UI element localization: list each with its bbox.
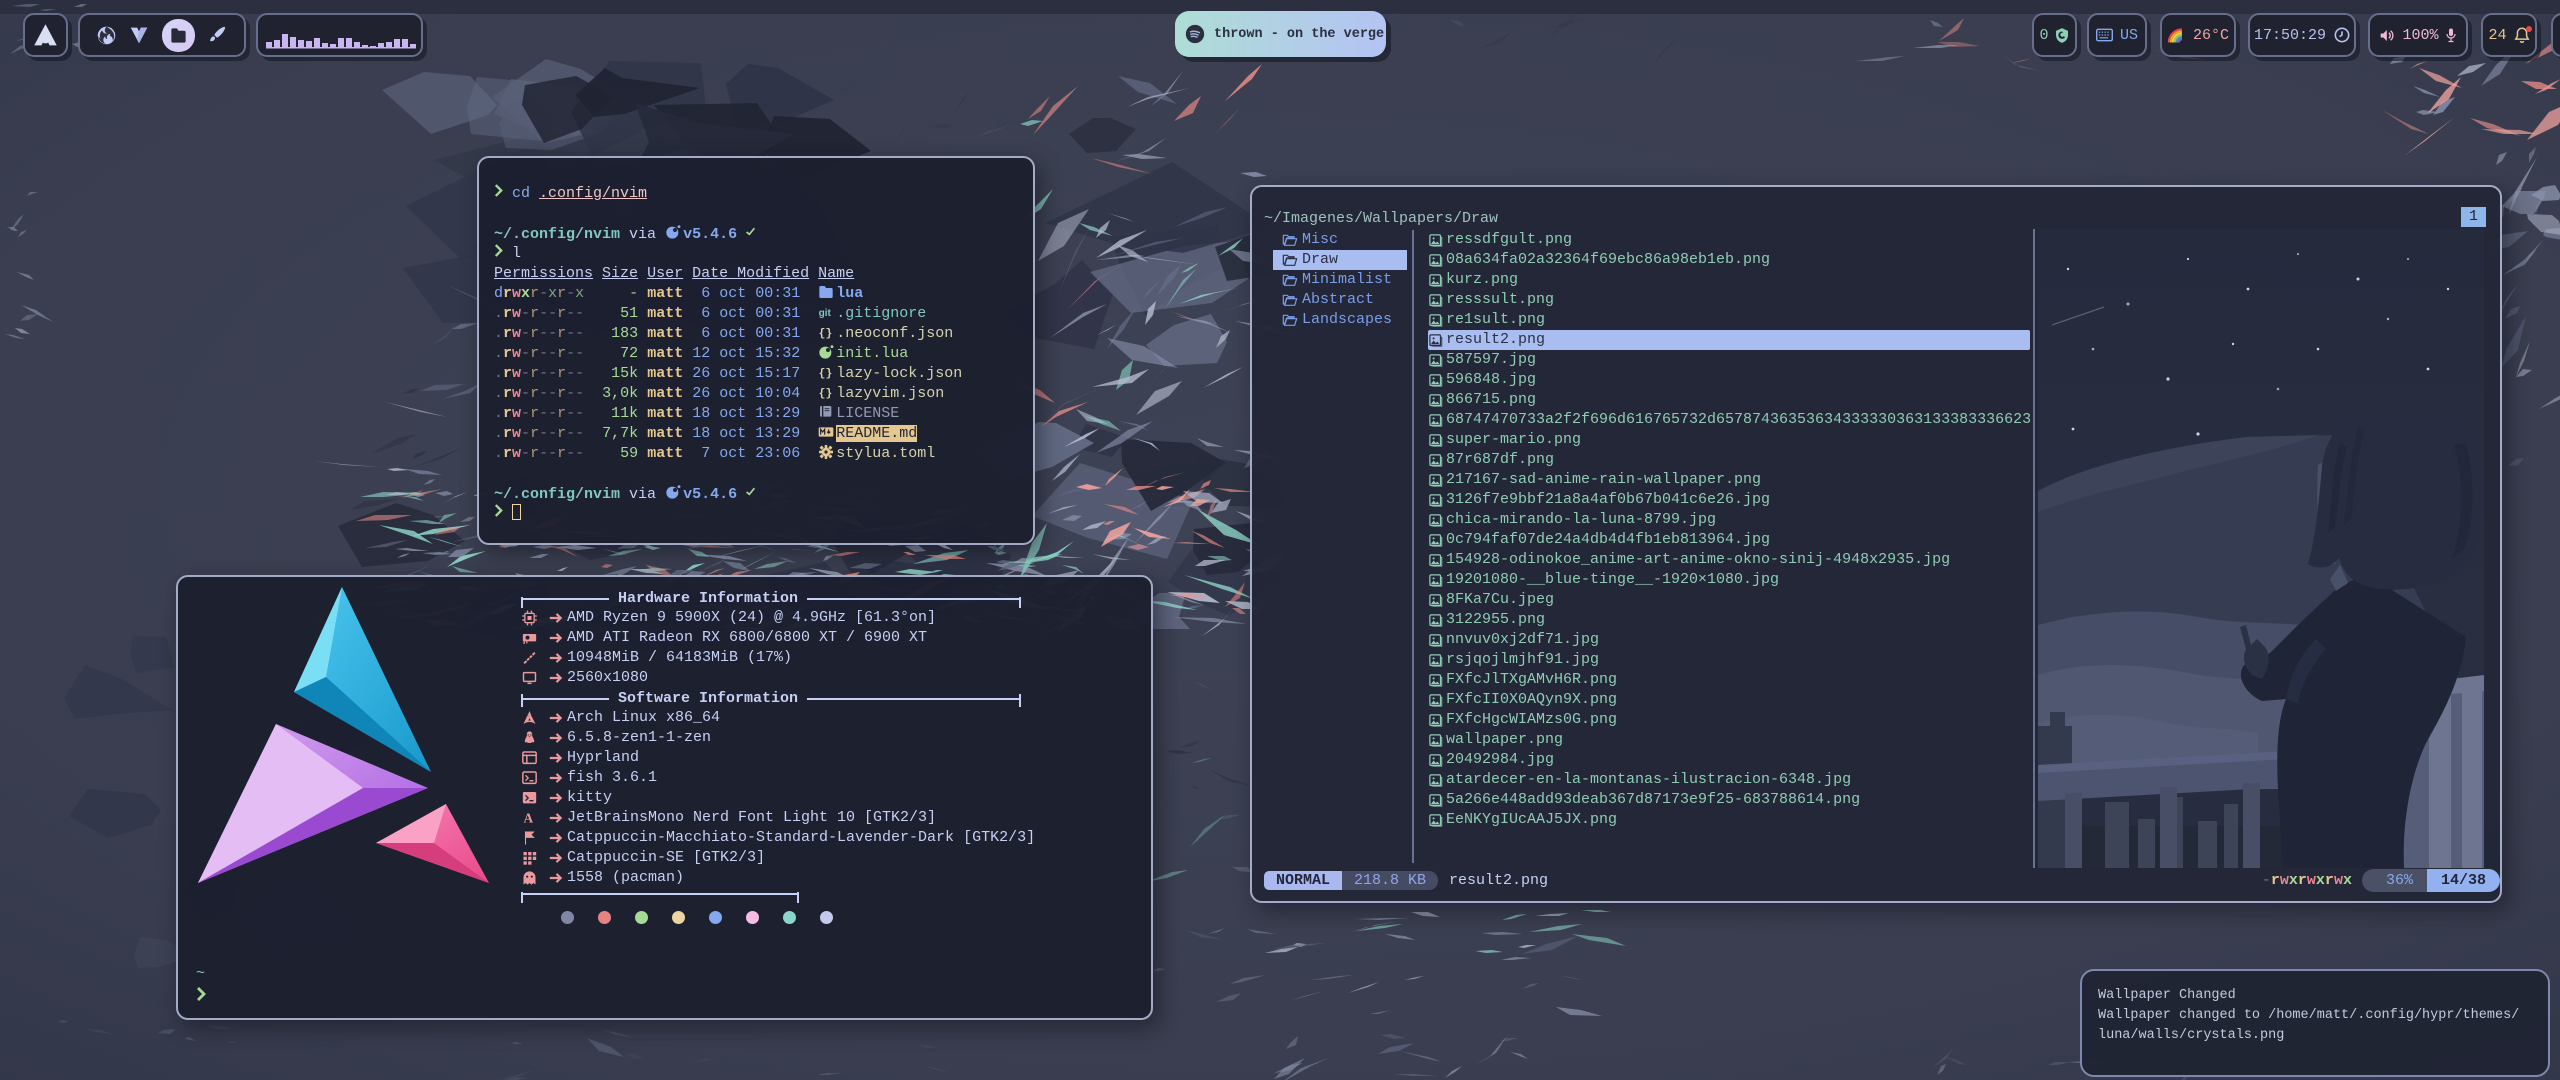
svg-text:{}: {} bbox=[819, 368, 833, 380]
svg-text:{}: {} bbox=[819, 388, 833, 400]
svg-text:git: git bbox=[819, 308, 832, 319]
svg-text:{}: {} bbox=[819, 328, 833, 340]
svg-text:A: A bbox=[524, 811, 534, 826]
